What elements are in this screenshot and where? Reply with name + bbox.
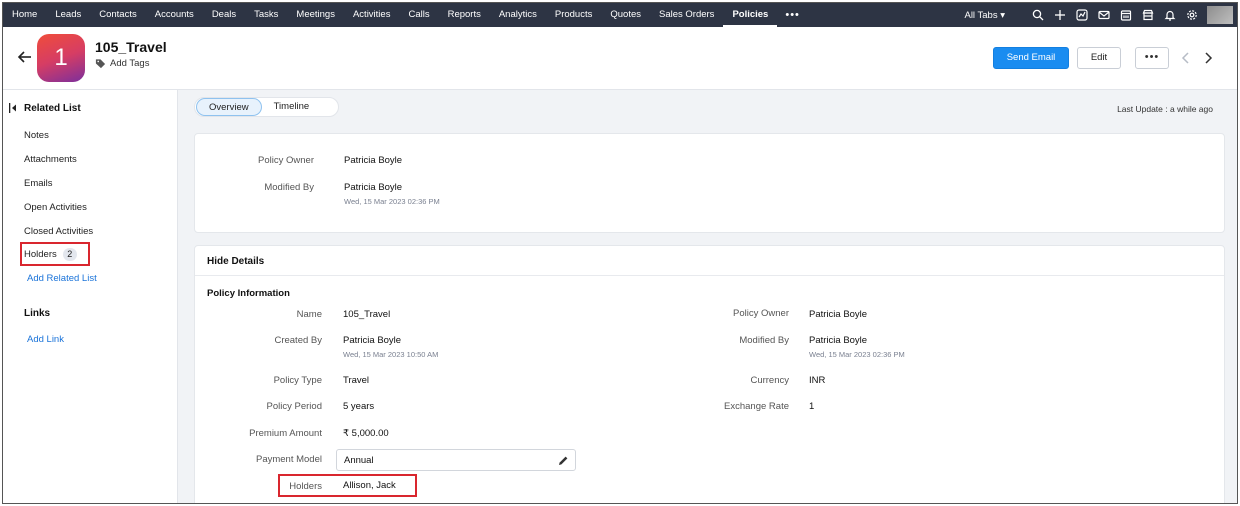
calendar-icon[interactable]: [1115, 3, 1137, 27]
links-heading: Links: [24, 308, 51, 319]
nav-deals[interactable]: Deals: [203, 3, 245, 27]
field-value-modified-by: Patricia Boyle: [344, 182, 403, 193]
add-tags-label: Add Tags: [110, 58, 150, 69]
field-value-created-by: Patricia Boyle: [343, 335, 402, 346]
hide-details-toggle[interactable]: Hide Details: [207, 256, 264, 267]
field-value-premium-amount: ₹ 5,000.00: [343, 428, 389, 439]
chevron-left-icon[interactable]: [1179, 51, 1193, 65]
right-modified-timestamp: Wed, 15 Mar 2023 02:36 PM: [809, 350, 905, 359]
gear-icon[interactable]: [1181, 3, 1203, 27]
tab-overview[interactable]: Overview: [196, 98, 262, 116]
top-nav: Home Leads Contacts Accounts Deals Tasks…: [3, 3, 1237, 27]
nav-meetings[interactable]: Meetings: [287, 3, 344, 27]
nav-sales-orders[interactable]: Sales Orders: [650, 3, 723, 27]
field-label-premium-amount: Premium Amount: [249, 428, 322, 439]
nav-quotes[interactable]: Quotes: [601, 3, 650, 27]
field-label-modified-by: Modified By: [264, 182, 314, 193]
chevron-right-icon[interactable]: [1201, 51, 1215, 65]
field-value-exchange-rate: 1: [809, 401, 815, 412]
marketplace-icon[interactable]: [1137, 3, 1159, 27]
record-title: 105_Travel: [95, 39, 167, 55]
sidebar-item-holders[interactable]: Holders 2: [24, 248, 77, 261]
send-email-button[interactable]: Send Email: [993, 47, 1069, 69]
modified-timestamp: Wed, 15 Mar 2023 02:36 PM: [344, 197, 440, 206]
field-value-policy-owner: Patricia Boyle: [344, 155, 403, 166]
all-tabs-dropdown[interactable]: All Tabs ▾: [964, 10, 1005, 21]
nav-accounts[interactable]: Accounts: [146, 3, 203, 27]
nav-analytics[interactable]: Analytics: [490, 3, 546, 27]
search-icon[interactable]: [1027, 3, 1049, 27]
field-label-right-policy-owner: Policy Owner: [733, 308, 789, 319]
view-tabs: Overview Timeline: [194, 97, 339, 117]
nav-activities[interactable]: Activities: [344, 3, 399, 27]
tag-icon: [95, 59, 106, 69]
nav-contacts[interactable]: Contacts: [90, 3, 146, 27]
nav-tasks[interactable]: Tasks: [245, 3, 287, 27]
divider: [195, 275, 1224, 276]
nav-calls[interactable]: Calls: [399, 3, 438, 27]
field-value-policy-type: Travel: [343, 375, 370, 386]
pencil-icon[interactable]: [558, 455, 569, 466]
edit-button[interactable]: Edit: [1077, 47, 1121, 69]
field-label-holders: Holders: [289, 481, 322, 492]
app-window: Home Leads Contacts Accounts Deals Tasks…: [2, 2, 1238, 504]
nav-home[interactable]: Home: [3, 3, 46, 27]
plus-icon[interactable]: [1049, 3, 1071, 27]
back-arrow-icon[interactable]: [17, 49, 33, 65]
signals-icon[interactable]: [1071, 3, 1093, 27]
add-link-link[interactable]: Add Link: [27, 334, 64, 345]
field-label-name: Name: [296, 309, 322, 320]
sidebar-item-attachments[interactable]: Attachments: [24, 154, 77, 165]
field-value-right-policy-owner: Patricia Boyle: [809, 309, 868, 320]
field-value-policy-period: 5 years: [343, 401, 375, 412]
collapse-sidebar-icon[interactable]: [9, 103, 17, 113]
sidebar-item-closed-activities[interactable]: Closed Activities: [24, 226, 93, 237]
field-value-name: 105_Travel: [343, 309, 391, 320]
more-actions-button[interactable]: •••: [1135, 47, 1169, 69]
field-value-right-modified-by: Patricia Boyle: [809, 335, 868, 346]
field-label-policy-type: Policy Type: [273, 375, 322, 386]
field-label-right-modified-by: Modified By: [739, 335, 789, 346]
field-label-policy-owner: Policy Owner: [258, 155, 314, 166]
field-label-currency: Currency: [750, 375, 789, 386]
holders-label: Holders: [24, 249, 57, 260]
last-update-text: Last Update : a while ago: [1117, 104, 1213, 114]
nav-toolbar: All Tabs ▾: [964, 3, 1237, 27]
add-related-list-link[interactable]: Add Related List: [27, 273, 97, 284]
field-value-currency: INR: [809, 375, 826, 386]
add-tags-button[interactable]: Add Tags: [95, 58, 149, 69]
holders-count-badge: 2: [62, 248, 77, 261]
related-list-heading: Related List: [24, 103, 81, 114]
nav-leads[interactable]: Leads: [46, 3, 90, 27]
summary-card: Policy Owner Patricia Boyle Modified By …: [194, 133, 1225, 233]
mail-icon[interactable]: [1093, 3, 1115, 27]
record-header: 1 105_Travel Add Tags Send Email Edit ••…: [3, 27, 1237, 90]
details-card: Hide Details Policy Information Name 105…: [194, 245, 1225, 503]
policy-information-heading: Policy Information: [207, 288, 290, 299]
field-value-holders: Allison, Jack: [343, 480, 396, 491]
payment-model-value: Annual: [344, 455, 374, 466]
payment-model-field[interactable]: Annual: [336, 449, 576, 471]
nav-reports[interactable]: Reports: [439, 3, 490, 27]
field-label-created-by: Created By: [274, 335, 322, 346]
bell-icon[interactable]: [1159, 3, 1181, 27]
sidebar-item-emails[interactable]: Emails: [24, 178, 53, 189]
related-list-sidebar: Related List Notes Attachments Emails Op…: [3, 90, 178, 503]
sidebar-item-open-activities[interactable]: Open Activities: [24, 202, 87, 213]
tab-timeline[interactable]: Timeline: [262, 98, 322, 116]
nav-more-button[interactable]: •••: [777, 3, 808, 27]
nav-policies[interactable]: Policies: [723, 3, 778, 27]
user-avatar[interactable]: [1207, 6, 1233, 24]
field-label-exchange-rate: Exchange Rate: [724, 401, 789, 412]
record-avatar: 1: [37, 34, 85, 82]
sidebar-item-notes[interactable]: Notes: [24, 130, 49, 141]
nav-products[interactable]: Products: [546, 3, 602, 27]
field-label-policy-period: Policy Period: [266, 401, 322, 412]
field-label-payment-model: Payment Model: [255, 454, 322, 465]
created-timestamp: Wed, 15 Mar 2023 10:50 AM: [343, 350, 439, 359]
